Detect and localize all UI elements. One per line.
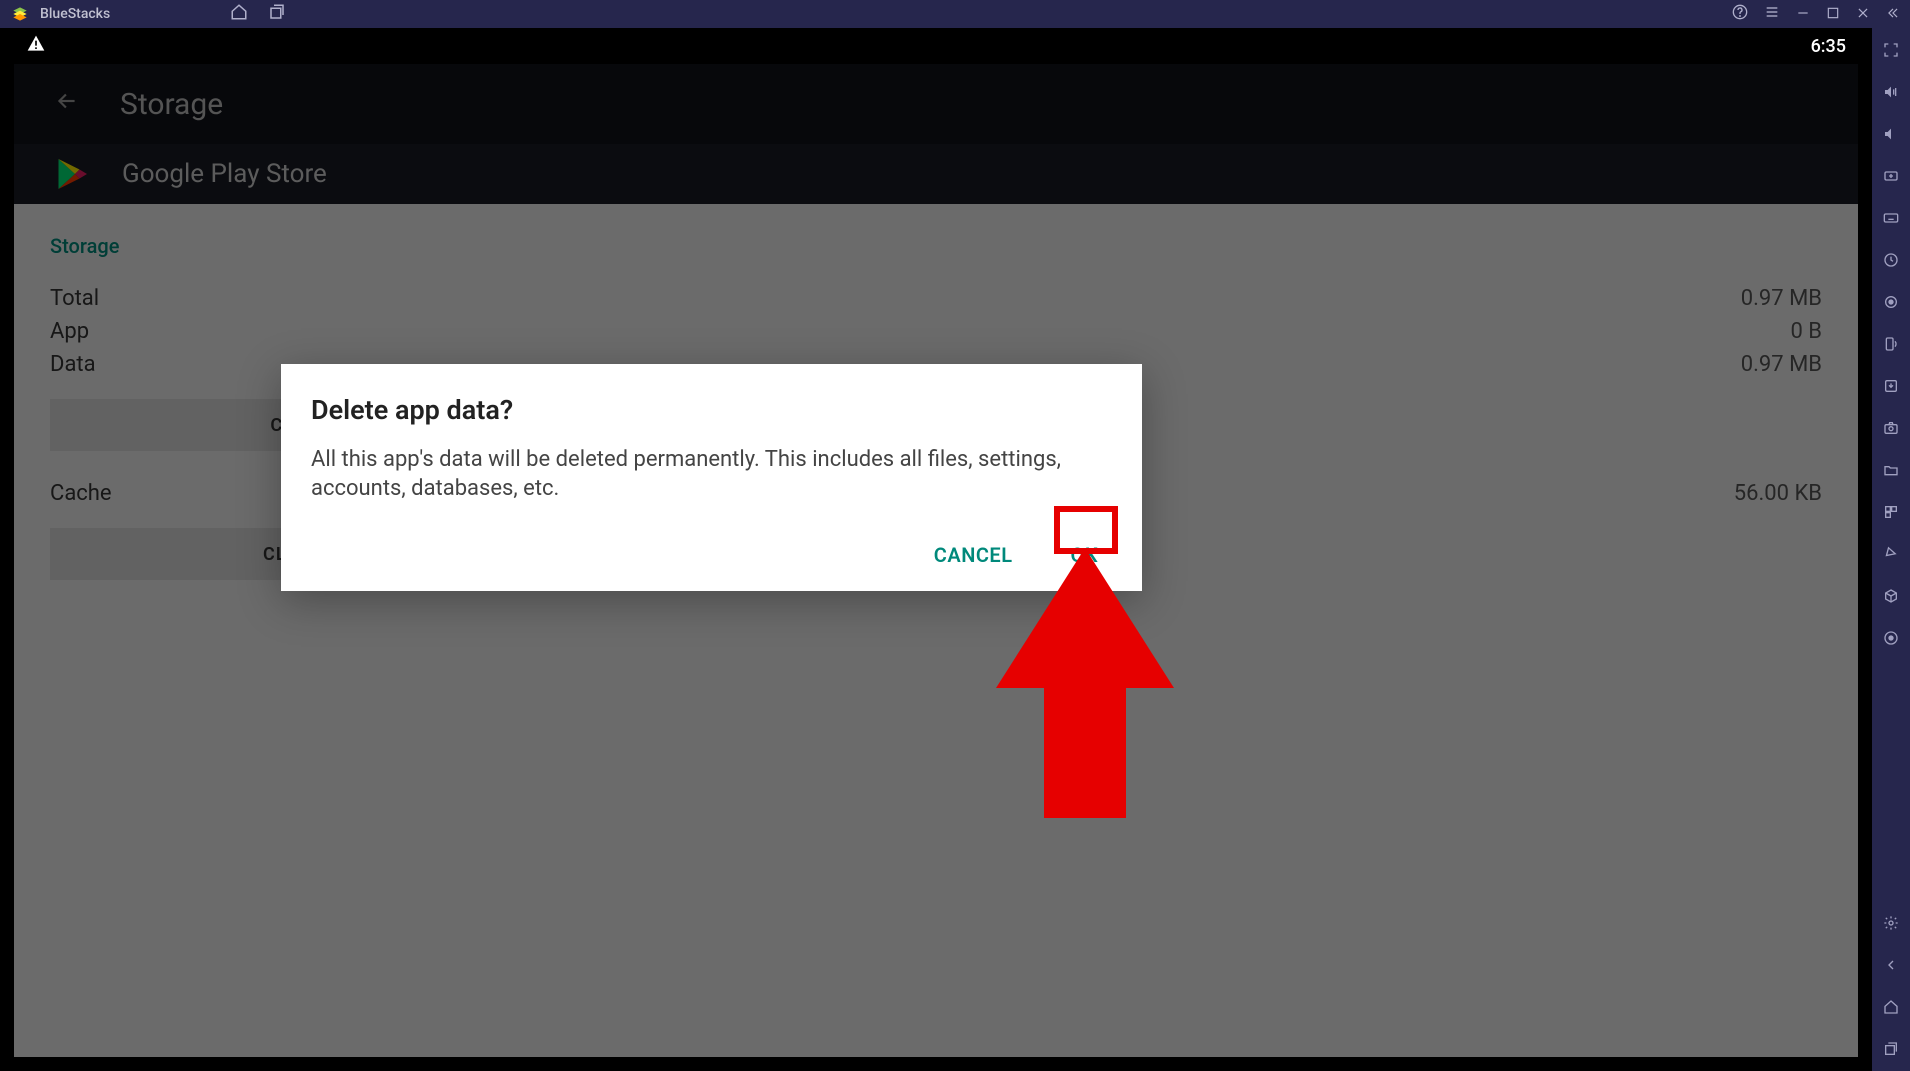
titlebar-nav bbox=[230, 3, 286, 25]
help-icon[interactable] bbox=[1732, 4, 1748, 24]
titlebar: BlueStacks bbox=[0, 0, 1910, 28]
bluestacks-sidebar bbox=[1872, 28, 1910, 1071]
dialog-body: All this app's data will be deleted perm… bbox=[311, 446, 1112, 503]
volume-down-icon[interactable] bbox=[1881, 124, 1901, 144]
screenshot-icon[interactable] bbox=[1881, 418, 1901, 438]
android-home-icon[interactable] bbox=[1881, 997, 1901, 1017]
macro-icon[interactable] bbox=[1881, 628, 1901, 648]
install-apk-icon[interactable] bbox=[1881, 376, 1901, 396]
android-back-icon[interactable] bbox=[1881, 955, 1901, 975]
dialog-title: Delete app data? bbox=[311, 394, 1112, 426]
android-recent-icon[interactable] bbox=[1881, 1039, 1901, 1059]
titlebar-controls bbox=[1732, 4, 1900, 24]
android-viewport: 6:35 Storage Google Play Store Storage bbox=[0, 28, 1872, 1071]
clock: 6:35 bbox=[1811, 36, 1846, 57]
annotation-arrow-icon bbox=[996, 548, 1174, 818]
location-icon[interactable] bbox=[1881, 292, 1901, 312]
shake-icon[interactable] bbox=[1881, 544, 1901, 564]
collapse-sidebar-icon[interactable] bbox=[1886, 5, 1900, 24]
annotation-highlight bbox=[1054, 506, 1118, 554]
android-statusbar: 6:35 bbox=[14, 28, 1858, 64]
multi-instance-icon[interactable] bbox=[1881, 586, 1901, 606]
app-title: BlueStacks bbox=[40, 6, 110, 22]
gear-icon[interactable] bbox=[1881, 913, 1901, 933]
keyboard-controls-icon[interactable] bbox=[1881, 166, 1901, 186]
maximize-icon[interactable] bbox=[1826, 5, 1840, 24]
warning-icon bbox=[26, 34, 46, 59]
volume-up-icon[interactable] bbox=[1881, 82, 1901, 102]
sync-icon[interactable] bbox=[1881, 250, 1901, 270]
recent-apps-icon[interactable] bbox=[268, 3, 286, 25]
keyboard-icon[interactable] bbox=[1881, 208, 1901, 228]
bluestacks-logo-icon bbox=[10, 4, 30, 24]
close-icon[interactable] bbox=[1856, 5, 1870, 24]
dialog-actions: CANCEL OK bbox=[311, 533, 1112, 577]
media-folder-icon[interactable] bbox=[1881, 502, 1901, 522]
menu-icon[interactable] bbox=[1764, 4, 1780, 24]
folder-icon[interactable] bbox=[1881, 460, 1901, 480]
fullscreen-icon[interactable] bbox=[1881, 40, 1901, 60]
minimize-icon[interactable] bbox=[1796, 5, 1810, 24]
home-icon[interactable] bbox=[230, 3, 248, 25]
rotate-icon[interactable] bbox=[1881, 334, 1901, 354]
